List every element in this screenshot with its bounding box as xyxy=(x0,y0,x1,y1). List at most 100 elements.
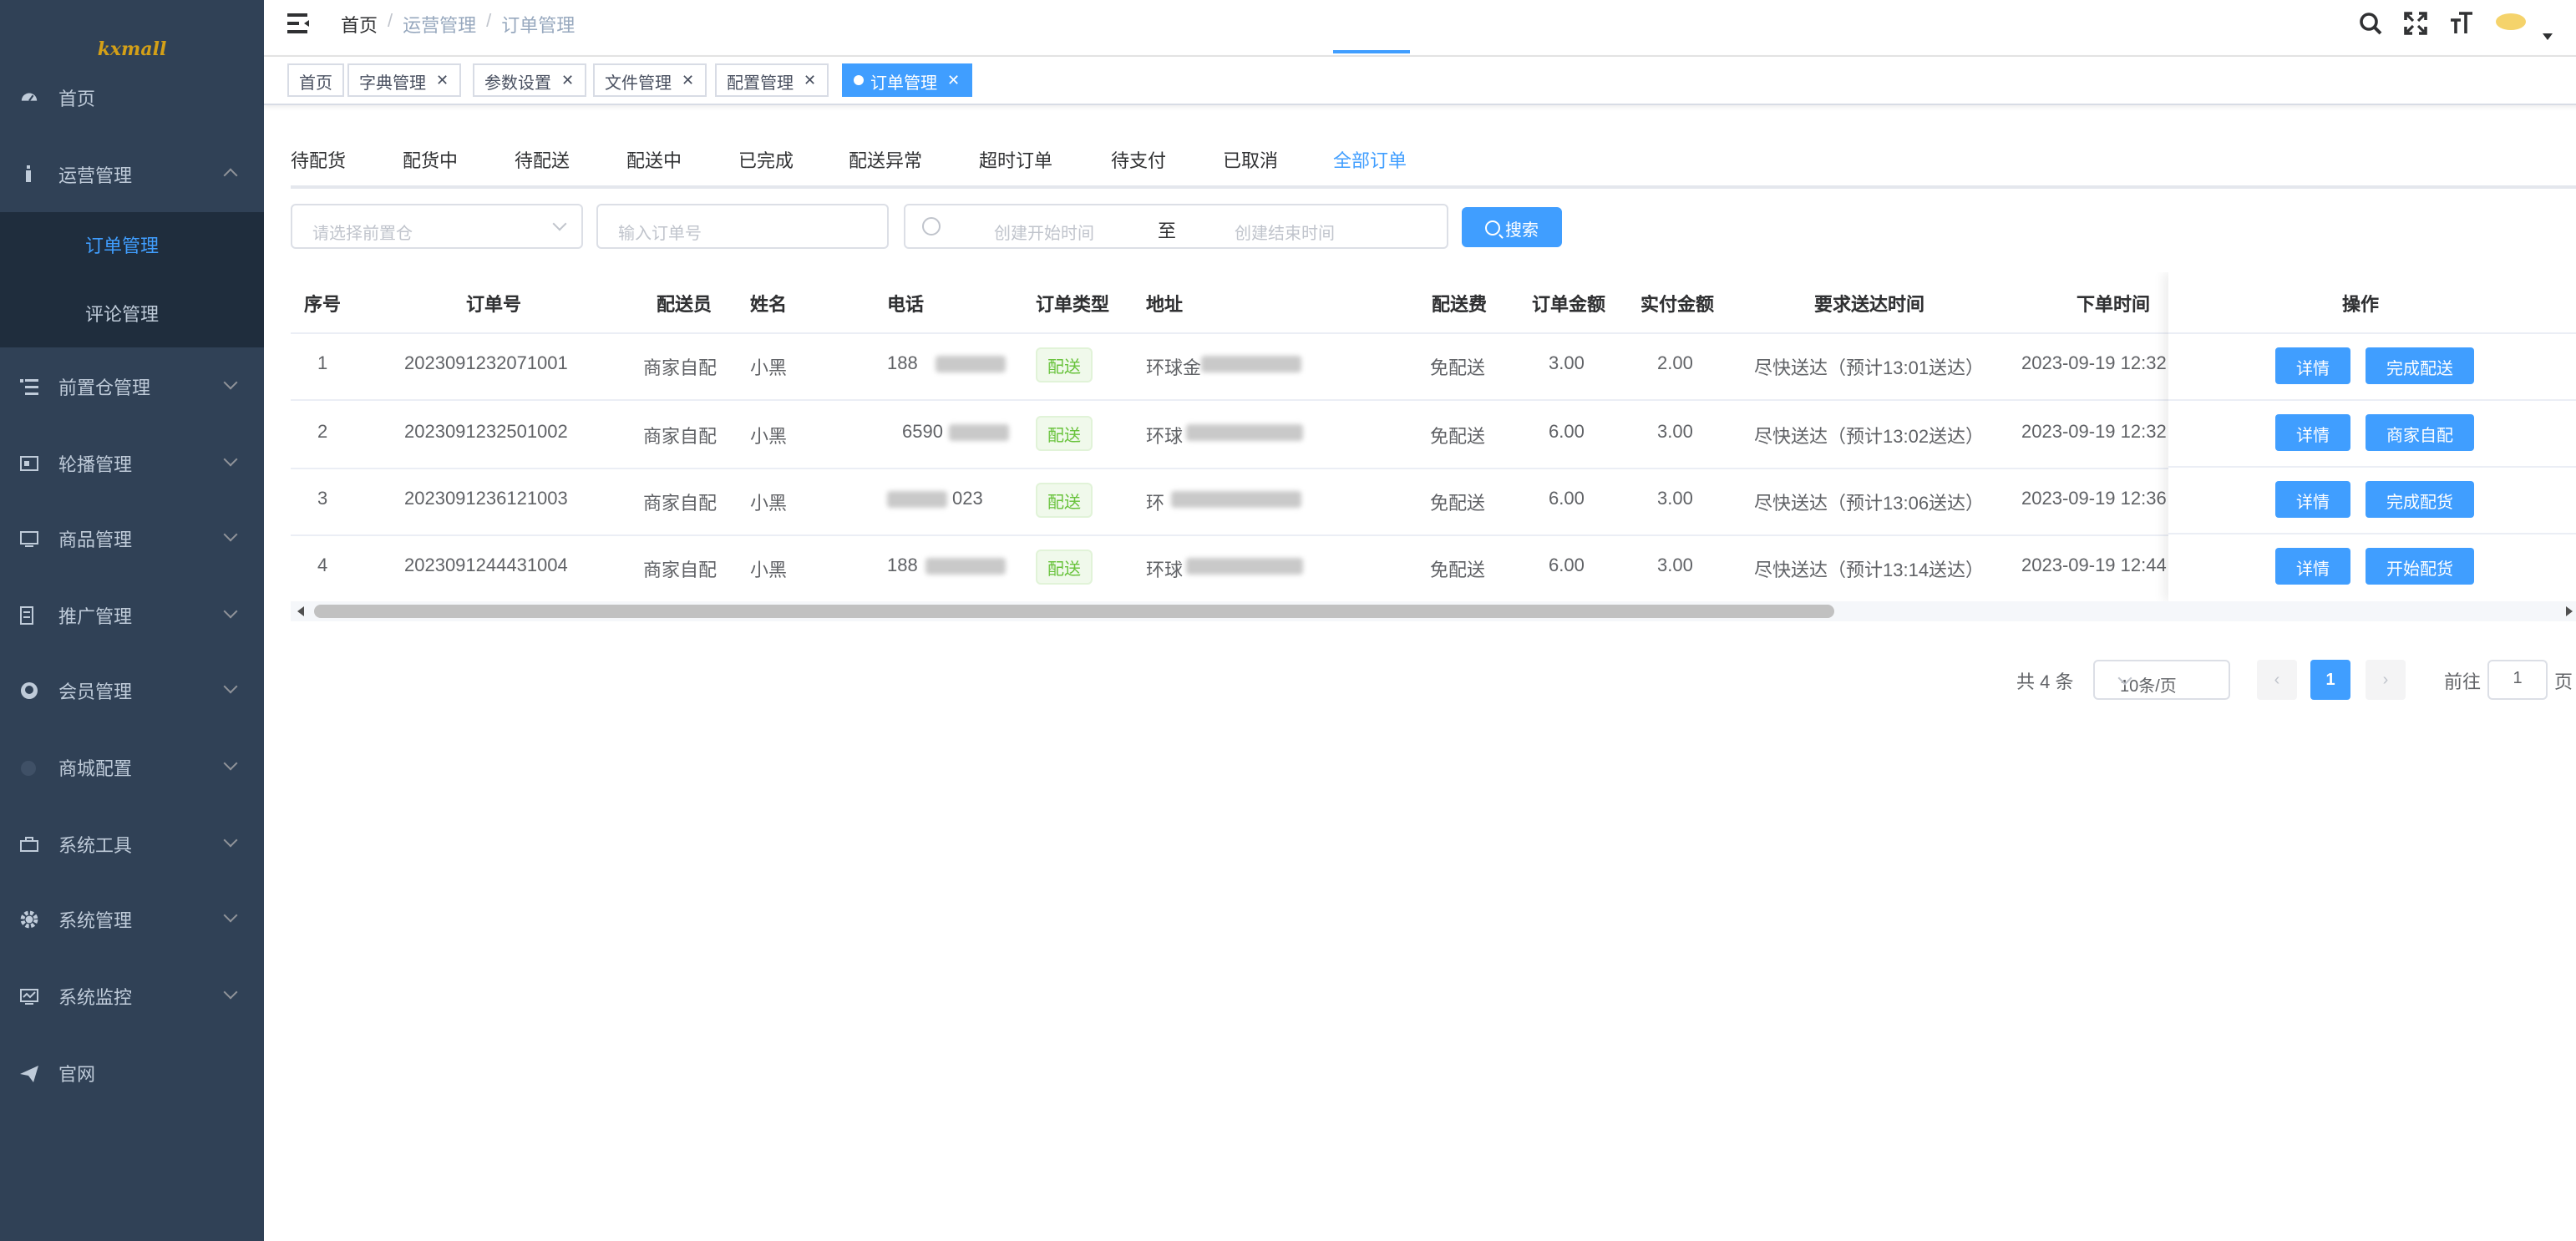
breadcrumb-home[interactable]: 首页 xyxy=(341,12,378,38)
monitor-icon xyxy=(18,986,38,1006)
fullscreen-icon[interactable] xyxy=(2402,10,2429,37)
goto-page-input[interactable]: 1 xyxy=(2487,660,2548,700)
order-status-tabs: 待配货 配货中 待配送 配送中 已完成 配送异常 超时订单 待支付 已取消 全部… xyxy=(291,132,2576,189)
cell-order-no: 2023091244431004 xyxy=(404,556,568,576)
tab-pending-picking[interactable]: 待配货 xyxy=(291,147,346,174)
cell-phone: 188 xyxy=(887,556,918,576)
col-order-no: 订单号 xyxy=(466,296,521,316)
tag-order[interactable]: 订单管理 ✕ xyxy=(842,63,972,97)
sidebar-item-warehouse[interactable]: 前置仓管理 xyxy=(0,349,264,424)
next-page-button[interactable]: › xyxy=(2366,660,2406,700)
chevron-left-icon: ‹ xyxy=(2274,671,2280,689)
cell-order-no: 2023091236121003 xyxy=(404,489,568,509)
sidebar-item-mall-config[interactable]: 商城配置 xyxy=(0,730,264,805)
close-icon[interactable]: ✕ xyxy=(682,71,694,89)
tag-config[interactable]: 配置管理 ✕ xyxy=(715,63,829,97)
font-size-icon[interactable] xyxy=(2447,10,2474,37)
close-icon[interactable]: ✕ xyxy=(804,71,816,89)
detail-button[interactable]: 详情 xyxy=(2275,414,2350,451)
chevron-down-icon xyxy=(223,833,238,848)
sidebar-item-operation[interactable]: 运营管理 xyxy=(0,137,264,212)
start-date-placeholder[interactable]: 创建开始时间 xyxy=(994,219,1094,244)
sidebar-item-goods[interactable]: 商品管理 xyxy=(0,501,264,576)
page-size-select[interactable]: 10条/页 xyxy=(2093,660,2230,700)
tab-delivery-exception[interactable]: 配送异常 xyxy=(849,147,922,174)
sidebar-item-member[interactable]: 会员管理 xyxy=(0,653,264,728)
blurred-phone-region xyxy=(925,558,1006,575)
blurred-address-region xyxy=(1171,491,1301,508)
col-amount: 订单金额 xyxy=(1532,296,1605,316)
avatar[interactable] xyxy=(2496,13,2526,30)
order-no-input[interactable]: 输入订单号 xyxy=(596,204,889,249)
close-icon[interactable]: ✕ xyxy=(561,71,574,89)
cell-deliver-time: 尽快送达（预计13:14送达） xyxy=(1754,561,1985,581)
close-icon[interactable]: ✕ xyxy=(947,71,960,89)
sidebar-item-label: 系统工具 xyxy=(58,836,132,856)
sidebar-item-label: 商城配置 xyxy=(58,759,132,779)
complete-picking-button[interactable]: 完成配货 xyxy=(2366,481,2474,518)
tab-unpaid[interactable]: 待支付 xyxy=(1111,147,1166,174)
scrollbar-thumb[interactable] xyxy=(314,605,1834,618)
table-horizontal-scrollbar[interactable] xyxy=(291,601,2576,621)
hamburger-icon[interactable] xyxy=(287,13,311,33)
sidebar-item-system-tool[interactable]: 系统工具 xyxy=(0,807,264,882)
tag-dict[interactable]: 字典管理 ✕ xyxy=(347,63,461,97)
date-range-picker[interactable]: 创建开始时间 至 创建结束时间 xyxy=(904,204,1448,249)
cell-courier: 商家自配 xyxy=(643,428,717,448)
detail-button[interactable]: 详情 xyxy=(2275,548,2350,585)
detail-button[interactable]: 详情 xyxy=(2275,347,2350,384)
detail-button[interactable]: 详情 xyxy=(2275,481,2350,518)
end-date-placeholder[interactable]: 创建结束时间 xyxy=(1235,219,1335,244)
cell-courier: 商家自配 xyxy=(643,494,717,514)
sidebar-item-label: 商品管理 xyxy=(58,530,132,550)
tab-timeout[interactable]: 超时订单 xyxy=(979,147,1052,174)
search-icon[interactable] xyxy=(2357,10,2384,37)
pagination-total: 共 4 条 xyxy=(2016,673,2074,693)
logo[interactable]: kxmall xyxy=(0,0,264,60)
col-courier: 配送员 xyxy=(657,296,712,316)
cell-index: 1 xyxy=(317,354,328,374)
tab-completed[interactable]: 已完成 xyxy=(738,147,794,174)
caret-down-icon[interactable] xyxy=(2543,33,2553,40)
tab-cancelled[interactable]: 已取消 xyxy=(1223,147,1278,174)
dashboard-icon xyxy=(18,88,38,108)
sidebar-item-banner[interactable]: 轮播管理 xyxy=(0,426,264,501)
tab-delivering[interactable]: 配送中 xyxy=(626,147,682,174)
search-button[interactable]: 搜索 xyxy=(1462,207,1562,247)
scroll-left-icon[interactable] xyxy=(297,606,304,616)
search-button-label: 搜索 xyxy=(1505,221,1539,240)
prev-page-button[interactable]: ‹ xyxy=(2257,660,2297,700)
page-number-button[interactable]: 1 xyxy=(2310,660,2350,700)
start-picking-button[interactable]: 开始配货 xyxy=(2366,548,2474,585)
sidebar-item-home[interactable]: 首页 xyxy=(0,60,264,135)
sidebar-item-promotion[interactable]: 推广管理 xyxy=(0,578,264,653)
self-delivery-button[interactable]: 商家自配 xyxy=(2366,414,2474,451)
col-type: 订单类型 xyxy=(1036,296,1109,316)
warehouse-select[interactable]: 请选择前置仓 xyxy=(291,204,583,249)
tag-home[interactable]: 首页 xyxy=(287,63,344,97)
sidebar-item-system-monitor[interactable]: 系统监控 xyxy=(0,959,264,1034)
cell-deliver-time: 尽快送达（预计13:02送达） xyxy=(1754,428,1985,448)
scroll-right-icon[interactable] xyxy=(2566,606,2573,616)
cell-name: 小黑 xyxy=(750,359,787,379)
tab-picking[interactable]: 配货中 xyxy=(403,147,458,174)
sidebar-item-system-manage[interactable]: 系统管理 xyxy=(0,882,264,957)
sidebar-item-website[interactable]: 官网 xyxy=(0,1036,264,1111)
cell-index: 3 xyxy=(317,489,328,509)
sidebar-subitem-order[interactable]: 订单管理 xyxy=(0,212,264,279)
warehouse-placeholder: 请选择前置仓 xyxy=(312,225,413,244)
tab-pending-delivery[interactable]: 待配送 xyxy=(515,147,570,174)
tag-params[interactable]: 参数设置 ✕ xyxy=(473,63,586,97)
blurred-address-region xyxy=(1201,356,1301,372)
tag-files[interactable]: 文件管理 ✕ xyxy=(593,63,707,97)
col-deliver-time: 要求送达时间 xyxy=(1814,296,1924,316)
sidebar-subitem-comment[interactable]: 评论管理 xyxy=(0,281,264,347)
close-icon[interactable]: ✕ xyxy=(436,71,449,89)
col-phone: 电话 xyxy=(887,296,924,316)
complete-delivery-button[interactable]: 完成配送 xyxy=(2366,347,2474,384)
sidebar-item-label: 首页 xyxy=(58,89,95,109)
cell-created-time: 2023-09-19 12:32 xyxy=(2021,354,2167,374)
cell-paid: 3.00 xyxy=(1657,489,1693,509)
chevron-down-icon xyxy=(223,452,238,467)
tab-all-orders[interactable]: 全部订单 xyxy=(1333,147,1407,174)
